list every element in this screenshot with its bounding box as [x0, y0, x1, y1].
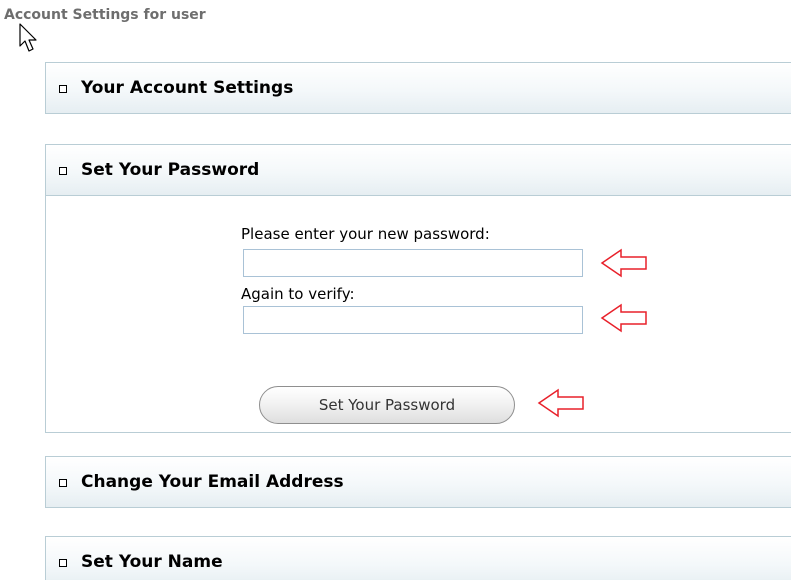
square-bullet-icon: [59, 559, 67, 567]
new-password-label: Please enter your new password:: [241, 225, 490, 243]
new-password-input[interactable]: [243, 249, 583, 277]
verify-password-input[interactable]: [243, 306, 583, 334]
square-bullet-icon: [59, 479, 67, 487]
section-title-account-settings: Your Account Settings: [81, 78, 294, 98]
section-header-account-settings[interactable]: Your Account Settings: [45, 62, 791, 114]
set-password-button[interactable]: Set Your Password: [259, 386, 515, 424]
page-title: Account Settings for user: [4, 7, 206, 23]
section-header-set-name[interactable]: Set Your Name: [45, 536, 791, 580]
mouse-cursor-icon: [19, 23, 37, 52]
section-title-set-name: Set Your Name: [81, 552, 223, 572]
section-title-set-password: Set Your Password: [81, 160, 260, 180]
red-outline-left-arrow-icon: [537, 388, 584, 418]
square-bullet-icon: [59, 167, 67, 175]
section-header-change-email[interactable]: Change Your Email Address: [45, 456, 791, 508]
account-settings-page: Account Settings for user Your Account S…: [0, 0, 791, 580]
section-header-set-password[interactable]: Set Your Password: [45, 144, 791, 196]
section-title-change-email: Change Your Email Address: [81, 472, 344, 492]
red-outline-left-arrow-icon: [600, 303, 647, 333]
square-bullet-icon: [59, 85, 67, 93]
red-outline-left-arrow-icon: [600, 248, 647, 278]
verify-password-label: Again to verify:: [241, 285, 355, 303]
